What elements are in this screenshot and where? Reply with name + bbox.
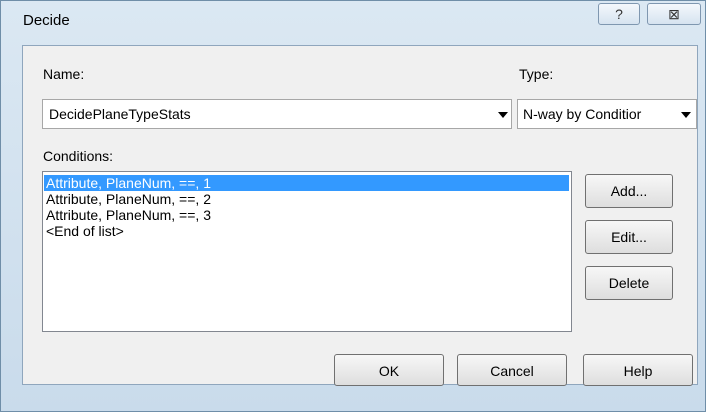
conditions-label: Conditions: [43, 148, 114, 164]
list-item[interactable]: Attribute, PlaneNum, ==, 2 [44, 191, 569, 207]
title-bar[interactable]: Decide ? ⊠ [1, 1, 707, 37]
cancel-button[interactable]: Cancel [457, 354, 567, 386]
close-button[interactable]: ⊠ [647, 3, 701, 25]
decide-dialog: Decide ? ⊠ Name: Type: DecidePlaneTypeSt… [0, 0, 706, 412]
dialog-body: Name: Type: DecidePlaneTypeStats N-way b… [22, 45, 698, 386]
name-value: DecidePlaneTypeStats [49, 106, 191, 122]
help-title-button[interactable]: ? [598, 3, 640, 25]
ok-button[interactable]: OK [334, 354, 444, 386]
list-item[interactable]: <End of list> [44, 223, 569, 239]
delete-button[interactable]: Delete [585, 266, 673, 300]
add-button[interactable]: Add... [585, 174, 673, 208]
list-item[interactable]: Attribute, PlaneNum, ==, 3 [44, 207, 569, 223]
name-combobox[interactable]: DecidePlaneTypeStats [42, 99, 512, 129]
list-item[interactable]: Attribute, PlaneNum, ==, 1 [44, 175, 569, 191]
conditions-list[interactable]: Attribute, PlaneNum, ==, 1 Attribute, Pl… [42, 171, 572, 332]
type-dropdown[interactable]: N-way by Conditior [517, 99, 697, 129]
close-icon: ⊠ [668, 6, 680, 22]
window-title: Decide [23, 12, 70, 29]
type-label: Type: [519, 66, 554, 82]
help-button[interactable]: Help [583, 354, 693, 386]
edit-button[interactable]: Edit... [585, 220, 673, 254]
chevron-down-icon[interactable] [498, 112, 508, 118]
type-value: N-way by Conditior [523, 106, 642, 122]
chevron-down-icon[interactable] [681, 112, 691, 118]
question-icon: ? [615, 6, 623, 22]
name-label: Name: [43, 66, 85, 82]
